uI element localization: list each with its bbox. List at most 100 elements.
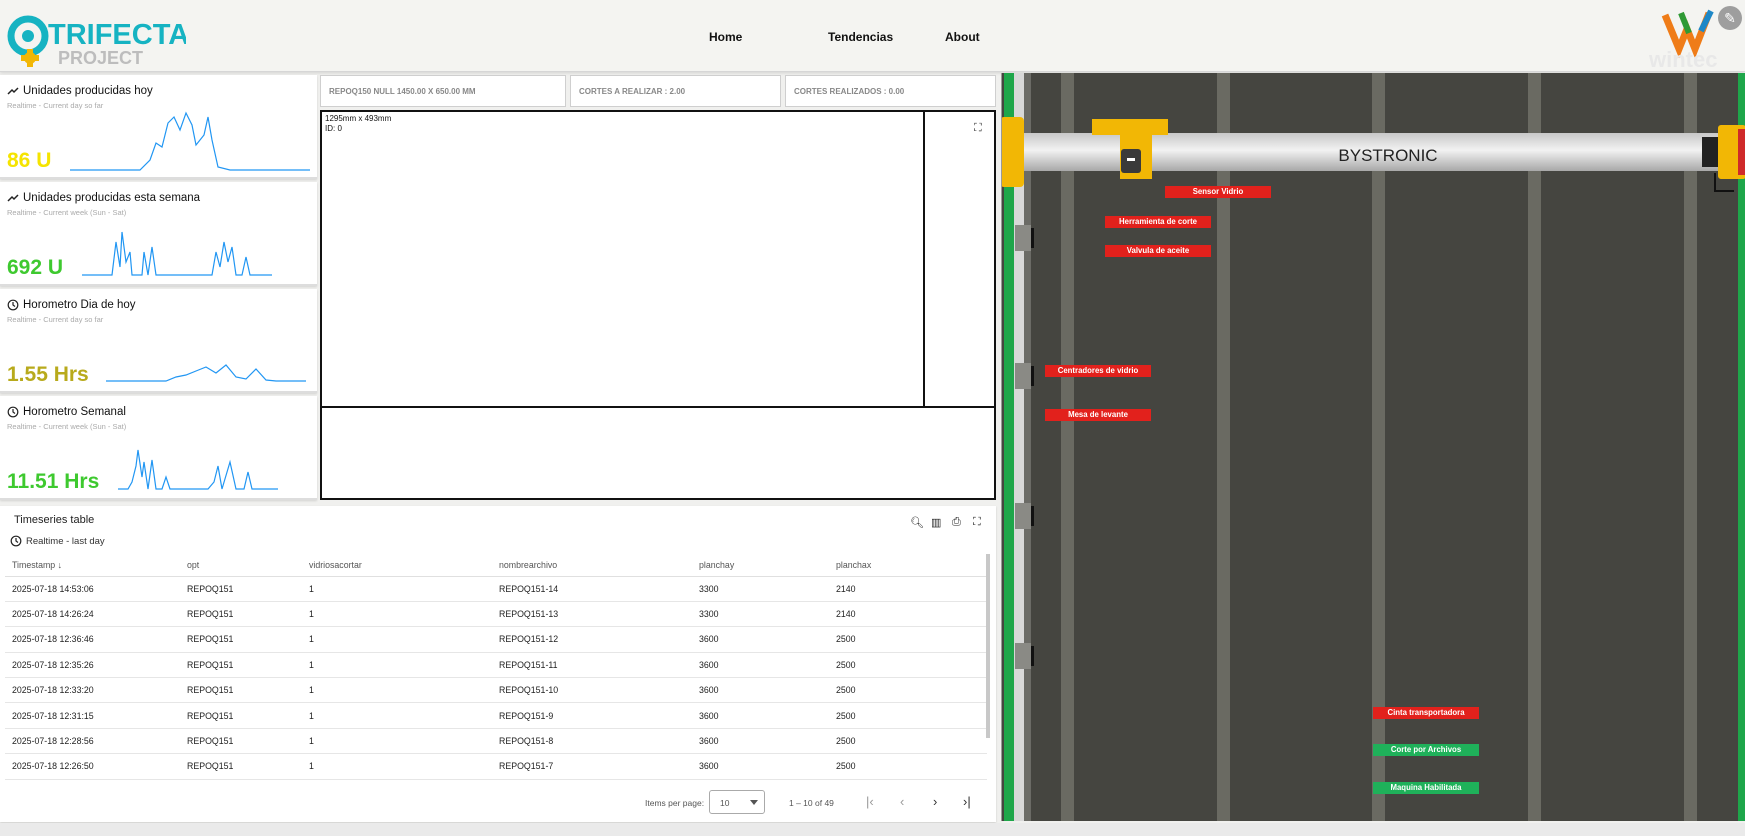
table-row[interactable]: 2025-07-18 12:31:15 REPOQ151 1 REPOQ151-9 36… [5, 702, 987, 729]
table-cell: 1 [309, 677, 499, 704]
table-row[interactable]: 2025-07-18 12:36:46 REPOQ151 1 REPOQ151-12 3… [5, 626, 987, 653]
table-cell: 2025-07-18 12:26:50 [5, 753, 187, 780]
table-cell: 3600 [699, 652, 836, 679]
col-opt[interactable]: opt [187, 554, 309, 577]
first-page-icon[interactable]: |‹ [866, 794, 874, 809]
cut-line-horizontal [322, 406, 994, 408]
table-cell: REPOQ151-9 [499, 702, 699, 729]
cut-viewer[interactable]: 1295mm x 493mm ID: 0 ⛶ [320, 110, 996, 500]
card-hours-today: Horometro Dia de hoy Realtime - Current … [0, 289, 317, 393]
table-cell: 2500 [836, 702, 987, 729]
columns-icon[interactable]: ▥ [931, 516, 941, 529]
table-cell: 3300 [699, 576, 836, 602]
table-cell: REPOQ151 [187, 702, 309, 729]
fullscreen-icon[interactable]: ⛶ [973, 516, 981, 529]
label-corte-archivos[interactable]: Corte por Archivos [1373, 744, 1479, 756]
table-cell: 2500 [836, 753, 987, 780]
last-page-icon[interactable]: ›| [963, 794, 971, 809]
card-title: Horometro Dia de hoy [23, 299, 136, 311]
table-cell: 3600 [699, 753, 836, 780]
label-mesa-levante[interactable]: Mesa de levante [1045, 409, 1151, 421]
table-cell: 2140 [836, 601, 987, 628]
col-vidriosacortar[interactable]: vidriosacortar [309, 554, 499, 577]
table-cell: REPOQ151-10 [499, 677, 699, 704]
card-value: 86 U [7, 149, 52, 172]
svg-text:PROJECT: PROJECT [58, 48, 143, 68]
page-size-select[interactable]: 10 [709, 790, 765, 814]
table-cell: 3600 [699, 677, 836, 704]
label-maquina-habilitada[interactable]: Maquina Habilitada [1373, 782, 1479, 794]
nav-about[interactable]: About [945, 30, 980, 44]
card-hours-week: Horometro Semanal Realtime - Current wee… [0, 396, 317, 500]
page-range: 1 – 10 of 49 [789, 798, 834, 808]
col-planchay[interactable]: planchay [699, 554, 836, 577]
table-cell: 2140 [836, 576, 987, 602]
machine-schematic: BYSTRONIC Sensor Vidrio Herramienta de c… [1001, 73, 1745, 821]
table-cell: 2025-07-18 14:53:06 [5, 576, 187, 602]
table-row[interactable]: 2025-07-18 12:26:50 REPOQ151 1 REPOQ151-7 36… [5, 753, 987, 780]
sparkline [70, 111, 310, 171]
fullscreen-icon[interactable]: ⛶ [974, 122, 982, 135]
card-title: Horometro Semanal [23, 406, 126, 418]
table-cell: REPOQ151-7 [499, 753, 699, 780]
table-row[interactable]: 2025-07-18 12:33:20 REPOQ151 1 REPOQ151-10 3… [5, 677, 987, 704]
next-page-icon[interactable]: › [933, 794, 937, 809]
table-cell: REPOQ151-12 [499, 626, 699, 653]
cortes-realizados: CORTES REALIZADOS : 0.00 [785, 75, 996, 107]
table-cell: 2025-07-18 12:28:56 [5, 728, 187, 755]
table-cell: 2500 [836, 652, 987, 679]
cut-line-vertical [923, 112, 925, 406]
table-cell: 2025-07-18 12:33:20 [5, 677, 187, 704]
svg-text:TRIFECTA: TRIFECTA [48, 19, 186, 51]
table-header-row: Timestamp ↓ opt vidriosacortar nombrearc… [5, 554, 987, 577]
card-subtitle: Realtime - Current week (Sun - Sat) [7, 422, 127, 431]
timeseries-table-card: Timeseries table Realtime - last day 🔍︎ … [0, 506, 996, 822]
table-cell: 1 [309, 702, 499, 729]
table-cell: 3600 [699, 728, 836, 755]
table-row[interactable]: 2025-07-18 12:35:26 REPOQ151 1 REPOQ151-11 3… [5, 652, 987, 679]
cortes-a-realizar: CORTES A REALIZAR : 2.00 [570, 75, 781, 107]
label-herramienta-corte[interactable]: Herramienta de corte [1105, 216, 1211, 228]
table-cell: 1 [309, 576, 499, 602]
top-bar: TRIFECTA PROJECT Home Tendencias About w… [0, 0, 1745, 72]
card-title: Unidades producidas hoy [23, 85, 153, 97]
table-cell: 1 [309, 652, 499, 679]
search-icon[interactable]: 🔍︎ [910, 516, 924, 529]
table-row[interactable]: 2025-07-18 12:28:56 REPOQ151 1 REPOQ151-8 36… [5, 728, 987, 755]
table-scrollbar[interactable] [986, 554, 990, 738]
table-cell: 2025-07-18 12:36:46 [5, 626, 187, 653]
label-sensor-vidrio[interactable]: Sensor Vidrio [1165, 186, 1271, 198]
table-cell: REPOQ151 [187, 601, 309, 628]
table-cell: 2500 [836, 677, 987, 704]
label-centradores-vidrio[interactable]: Centradores de vidrio [1045, 365, 1151, 377]
clock-icon [7, 406, 19, 418]
table-cell: REPOQ151-8 [499, 728, 699, 755]
nav-tendencias[interactable]: Tendencias [828, 30, 893, 44]
table-row[interactable]: 2025-07-18 14:53:06 REPOQ151 1 REPOQ151-14 3… [5, 576, 987, 602]
table-cell: 2500 [836, 728, 987, 755]
table-cell: REPOQ151 [187, 626, 309, 653]
card-value: 11.51 Hrs [7, 470, 100, 493]
col-planchax[interactable]: planchax [836, 554, 987, 577]
table-cell: 3300 [699, 601, 836, 628]
col-timestamp[interactable]: Timestamp ↓ [5, 554, 187, 577]
table-row[interactable]: 2025-07-18 14:26:24 REPOQ151 1 REPOQ151-13 3… [5, 601, 987, 628]
file-info: REPOQ150 NULL 1450.00 X 650.00 MM [320, 75, 566, 107]
table-cell: REPOQ151 [187, 576, 309, 602]
sparkline [118, 449, 278, 490]
col-nombrearchivo[interactable]: nombrearchivo [499, 554, 699, 577]
edit-icon[interactable]: ✎ [1718, 6, 1742, 30]
nav-home[interactable]: Home [709, 30, 742, 44]
table-cell: REPOQ151-11 [499, 652, 699, 679]
card-subtitle: Realtime - Current week (Sun - Sat) [7, 208, 127, 217]
trifecta-logo[interactable]: TRIFECTA PROJECT [6, 6, 186, 68]
prev-page-icon[interactable]: ‹ [900, 794, 904, 809]
label-cinta-transportadora[interactable]: Cinta transportadora [1373, 707, 1479, 719]
table-title: Timeseries table [14, 514, 95, 526]
table-subtitle: Realtime - last day [10, 535, 105, 547]
sort-arrow-icon: ↓ [57, 559, 63, 570]
label-valvula-aceite[interactable]: Valvula de aceite [1105, 245, 1211, 257]
table-cell: REPOQ151 [187, 728, 309, 755]
table-cell: 1 [309, 626, 499, 653]
export-icon[interactable]: ⎙ [952, 516, 961, 529]
